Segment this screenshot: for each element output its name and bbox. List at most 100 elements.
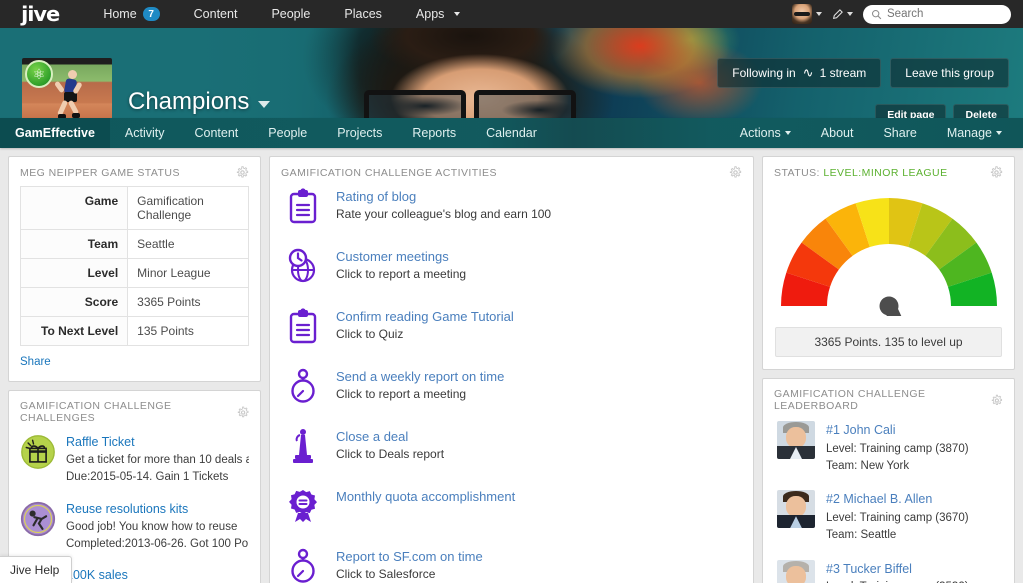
manage-label: Manage (946, 126, 992, 140)
subnav-item-reports[interactable]: Reports (397, 118, 471, 148)
topnav-item-content[interactable]: Content (177, 0, 255, 28)
challenge-title[interactable]: Reuse resolutions kits (66, 501, 249, 517)
user-menu[interactable] (792, 4, 822, 24)
search-input[interactable] (887, 8, 1003, 20)
leaderboard-name[interactable]: #2 Michael B. Allen (826, 490, 969, 509)
right-column: STATUS: LEVEL:MINOR LEAGUE 3365 Points. … (762, 156, 1015, 583)
page-content: MEG NEIPPER GAME STATUS Game Gamificatio… (0, 148, 1023, 583)
chevron-down-icon (816, 12, 822, 16)
following-streams-button[interactable]: Following in ∿ 1 stream (717, 58, 882, 88)
activity-title[interactable]: Monthly quota accomplishment (336, 489, 515, 504)
subnav-item-manage[interactable]: Manage (932, 118, 1017, 148)
leaderboard-name[interactable]: #3 Tucker Biffel (826, 560, 969, 579)
leaderboard-entry: #1 John Cali Level: Training camp (3870)… (826, 421, 969, 475)
table-row: Team Seattle (19, 229, 249, 259)
runner-illustration (54, 70, 83, 118)
activity-desc: Click to report a meeting (336, 387, 467, 401)
share-link[interactable]: Share (20, 356, 51, 368)
row-key: Score (19, 287, 129, 317)
subnav-item-calendar[interactable]: Calendar (471, 118, 552, 148)
activities-header: GAMIFICATION CHALLENGE ACTIVITIES (270, 157, 753, 186)
gear-icon[interactable] (237, 406, 249, 419)
leave-group-button[interactable]: Leave this group (890, 58, 1009, 88)
clipboard-icon (284, 308, 322, 350)
subnav-item-share[interactable]: Share (868, 118, 931, 148)
leaderboard-entry: #2 Michael B. Allen Level: Training camp… (826, 490, 969, 544)
leaderboard-title: GAMIFICATION CHALLENGE LEADERBOARD (774, 388, 926, 412)
leaderboard-level: Level: Training camp (3670) (826, 512, 969, 524)
challenge-line-1: Get a ticket for more than 10 deals a da (66, 454, 249, 467)
create-menu[interactable] (832, 8, 853, 20)
activity-text: Rating of blog Rate your colleague's blo… (336, 188, 551, 230)
activity-title[interactable]: Confirm reading Game Tutorial (336, 309, 514, 324)
gear-icon[interactable] (991, 394, 1003, 407)
activity-text: Close a deal Click to Deals report (336, 428, 444, 470)
topnav-item-people[interactable]: People (254, 0, 327, 28)
jive-help-button[interactable]: Jive Help (0, 556, 73, 583)
search-icon (871, 9, 882, 19)
subnav-item-content[interactable]: Content (180, 118, 254, 148)
row-key: Game (19, 186, 129, 230)
stopwatch-icon (284, 368, 322, 410)
challenges-header: GAMIFICATION CHALLENGE CHALLENGES (9, 391, 260, 431)
gear-icon[interactable] (990, 166, 1003, 179)
group-title[interactable]: Champions (128, 88, 271, 116)
list-item: #2 Michael B. Allen Level: Training camp… (777, 488, 1003, 557)
challenge-text: 100K sales Great work! You have closed d… (66, 567, 249, 583)
activity-title[interactable]: Rating of blog (336, 189, 551, 204)
activity-title[interactable]: Customer meetings (336, 249, 466, 264)
challenge-title[interactable]: Raffle Ticket (66, 434, 249, 450)
topnav-label-home: Home (103, 7, 137, 21)
game-status-title: MEG NEIPPER GAME STATUS (20, 166, 180, 179)
green-shield-icon: ⚛ (25, 60, 53, 88)
avatar[interactable] (777, 559, 815, 583)
challenge-line-2: Completed:2013-06-26. Got 100 Points (66, 537, 249, 550)
delete-button[interactable]: Delete (953, 104, 1009, 118)
subnav-item-gameffective[interactable]: GamEffective (0, 118, 110, 148)
topnav-item-apps[interactable]: Apps (399, 0, 478, 28)
row-value: 135 Points (127, 316, 249, 346)
row-key: Level (19, 258, 129, 288)
banner-secondary-buttons: Edit page Delete (875, 104, 1009, 118)
challenge-line-1: Good job! You know how to reuse (66, 520, 238, 533)
gear-icon[interactable] (236, 166, 249, 179)
left-column: MEG NEIPPER GAME STATUS Game Gamificatio… (8, 156, 261, 583)
list-item: Customer meetings Click to report a meet… (284, 246, 742, 306)
runner-group-avatar[interactable]: ⚛ (22, 58, 112, 118)
list-item: Close a deal Click to Deals report (284, 426, 742, 486)
avatar[interactable] (777, 490, 815, 529)
challenge-text: Reuse resolutions kits Good job! You kno… (66, 501, 249, 553)
topnav-item-places[interactable]: Places (327, 0, 399, 28)
subnav-item-about[interactable]: About (806, 118, 869, 148)
jive-logo[interactable]: jive (21, 2, 60, 26)
list-item: Raffle Ticket Get a ticket for more than… (20, 431, 249, 498)
home-notification-badge: 7 (142, 7, 160, 21)
gear-icon[interactable] (729, 166, 742, 179)
activity-title[interactable]: Close a deal (336, 429, 444, 444)
avatar[interactable] (777, 421, 815, 459)
challenge-title[interactable]: 100K sales (66, 567, 249, 583)
activity-title[interactable]: Report to SF.com on time (336, 549, 483, 564)
trophy-icon (284, 428, 322, 470)
leaderboard-header: GAMIFICATION CHALLENGE LEADERBOARD (763, 379, 1014, 419)
list-item: Monthly quota accomplishment (284, 486, 742, 546)
subnav-item-activity[interactable]: Activity (110, 118, 180, 148)
pencil-create-icon (832, 8, 843, 19)
subnav-item-people[interactable]: People (253, 118, 322, 148)
activity-title[interactable]: Send a weekly report on time (336, 369, 504, 384)
gauge-caption: 3365 Points. 135 to level up (775, 327, 1002, 357)
list-item: Send a weekly report on time Click to re… (284, 366, 742, 426)
rosette-icon (284, 488, 322, 530)
status-gauge-title: STATUS: LEVEL:MINOR LEAGUE (774, 167, 948, 179)
subnav-item-actions[interactable]: Actions (725, 118, 806, 148)
status-level: LEVEL:MINOR LEAGUE (823, 166, 948, 179)
edit-page-button[interactable]: Edit page (875, 104, 947, 118)
top-nav-right-cluster (792, 4, 1011, 24)
subnav-item-projects[interactable]: Projects (322, 118, 397, 148)
topnav-item-home[interactable]: Home 7 (86, 0, 176, 28)
list-item: Rating of blog Rate your colleague's blo… (284, 186, 742, 246)
search-box[interactable] (863, 4, 1011, 24)
leaderboard-name[interactable]: #1 John Cali (826, 421, 969, 440)
status-gauge-chart (781, 198, 997, 392)
recycle-runner-badge-icon (20, 501, 56, 536)
